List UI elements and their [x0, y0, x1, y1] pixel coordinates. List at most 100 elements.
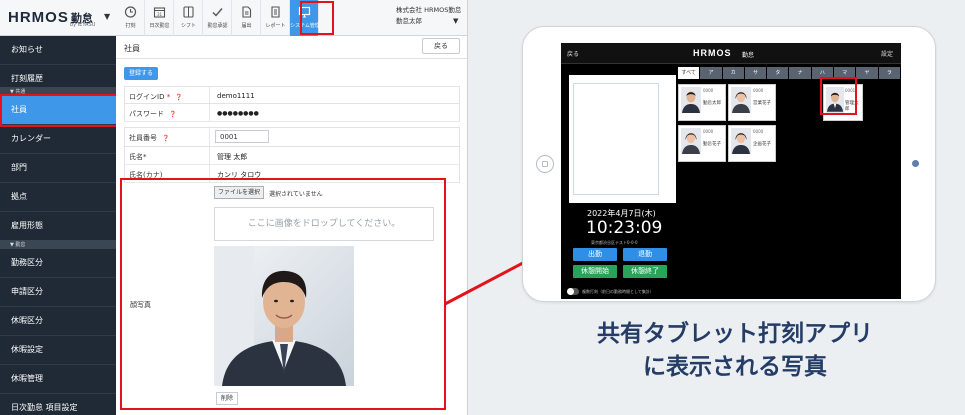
avatar — [731, 87, 751, 113]
choose-file-button[interactable]: ファイルを選択 — [214, 186, 264, 199]
password-label: パスワード — [129, 110, 164, 118]
tablet-header: 戻る HRMOS 勤怠 設定 — [561, 43, 901, 64]
employee-card[interactable]: 0000 企画花子 — [728, 125, 776, 162]
nav-clock-button[interactable]: 打刻 — [116, 0, 145, 36]
tab-all[interactable]: すべて — [678, 67, 700, 79]
clock-out-button[interactable]: 退勤 — [623, 248, 667, 261]
admin-screen: HRMOS勤怠 by IEYASU ▼ 打刻 31 日次勤怠 シフト 勤怠承認 — [0, 0, 468, 415]
user-name: 勤怠太郎 — [396, 17, 422, 25]
document-icon — [242, 6, 252, 18]
image-dropzone[interactable]: ここに画像をドロップしてください。 — [214, 207, 434, 241]
nav-daily-button[interactable]: 31 日次勤怠 — [145, 0, 174, 36]
logo-dropdown-caret-icon[interactable]: ▼ — [104, 12, 110, 21]
tablet-logo-suffix: 勤怠 — [742, 52, 755, 59]
account-caret-icon[interactable]: ▼ — [453, 17, 458, 25]
sidebar-item-leave-settings[interactable]: 休暇設定 — [0, 336, 116, 365]
employee-number-label: 社員番号 — [129, 134, 157, 142]
calendar-icon: 31 — [153, 7, 166, 18]
employee-card[interactable]: 0000 営業花子 — [728, 84, 776, 121]
sidebar-section-attendance: ▼ 勤怠 — [0, 240, 116, 249]
employee-card[interactable]: 0000 勤怠太郎 — [678, 84, 726, 121]
tablet-back-button[interactable]: 戻る — [567, 49, 579, 58]
name-value[interactable]: 管理 太郎 — [217, 152, 247, 162]
report-icon — [271, 6, 280, 18]
tab-sa[interactable]: サ — [744, 67, 767, 79]
app-logo[interactable]: HRMOS 勤怠 by IEYASU — [8, 7, 108, 31]
portrait-image — [214, 246, 354, 386]
multi-punch-toggle[interactable] — [567, 288, 579, 295]
sidebar-item-employment-type[interactable]: 雇用形態 — [0, 212, 116, 241]
clock-icon — [124, 6, 137, 18]
camera-preview — [569, 75, 676, 203]
sidebar: お知らせ 打刻履歴 ▼ 共通 社員 カレンダー 部門 拠点 雇用形態 ▼ 勤怠 … — [0, 36, 116, 415]
sidebar-item-location[interactable]: 拠点 — [0, 183, 116, 212]
tab-ka[interactable]: カ — [722, 67, 744, 79]
clock-in-button[interactable]: 出勤 — [573, 248, 617, 261]
caption-line-2: に表示される写真 — [643, 354, 827, 380]
tablet-screen: 戻る HRMOS 勤怠 設定 すべて ア カ サ タ ナ ハ マ ヤ ラ 000… — [561, 43, 901, 299]
sidebar-item-news[interactable]: お知らせ — [0, 36, 116, 65]
sidebar-item-leave-type[interactable]: 休暇区分 — [0, 307, 116, 336]
tablet-address: 東京都渋谷区テスト0-0-0 — [591, 240, 638, 245]
sidebar-item-leave-management[interactable]: 休暇管理 — [0, 365, 116, 394]
break-end-button[interactable]: 休憩終了 — [623, 265, 667, 278]
employee-card-grid: 0000 勤怠太郎 0000 営業花子 0000 勤怠花子 0000 企画花子 — [678, 80, 824, 166]
file-status: 選択されていません — [269, 191, 323, 198]
sidebar-item-calendar[interactable]: カレンダー — [0, 125, 116, 154]
shift-icon — [183, 6, 194, 18]
break-start-button[interactable]: 休憩開始 — [573, 265, 617, 278]
help-icon[interactable]: ❓ — [175, 94, 182, 101]
front-camera-icon — [912, 160, 919, 167]
login-id-value[interactable]: demo1111 — [217, 92, 255, 100]
name-label: 氏名* — [129, 153, 147, 161]
company-info[interactable]: 株式会社 HRMOS勤怠 勤怠太郎 — [396, 5, 461, 27]
tab-ya[interactable]: ヤ — [856, 67, 878, 79]
help-icon[interactable]: ❓ — [162, 135, 169, 142]
company-name: 株式会社 HRMOS勤怠 — [396, 6, 462, 14]
employee-card[interactable]: 0000 勤怠花子 — [678, 125, 726, 162]
login-id-label: ログインID — [129, 93, 165, 101]
tablet-clock: 10:23:09 — [586, 218, 663, 238]
sidebar-item-department[interactable]: 部門 — [0, 154, 116, 183]
avatar — [681, 128, 701, 154]
multi-punch-note: 複数打刻（前日の勤務時間として集計） — [582, 289, 654, 294]
tablet-settings-button[interactable]: 設定 — [881, 49, 893, 58]
name-row: 氏名* 管理 太郎 — [124, 147, 460, 165]
help-icon[interactable]: ❓ — [169, 111, 176, 118]
caption: 共有タブレット打刻アプリ に表示される写真 — [540, 318, 930, 384]
password-row: パスワード ❓ ●●●●●●●● — [124, 104, 460, 122]
sidebar-item-work-type[interactable]: 勤務区分 — [0, 249, 116, 278]
sidebar-item-request-type[interactable]: 申請区分 — [0, 278, 116, 307]
required-mark: * — [166, 93, 171, 101]
tab-ta[interactable]: タ — [767, 67, 789, 79]
photo-label: 顔写真 — [130, 301, 151, 309]
employee-number-input[interactable]: 0001 — [215, 130, 269, 143]
top-nav: 打刻 31 日次勤怠 シフト 勤怠承認 届出 レポート システム管理 — [116, 0, 319, 36]
employee-number-row: 社員番号 ❓ 0001 — [124, 127, 460, 147]
back-button[interactable]: 戻る — [422, 38, 460, 54]
caption-line-1: 共有タブレット打刻アプリ — [597, 321, 873, 347]
tab-ra[interactable]: ラ — [878, 67, 900, 79]
top-bar: HRMOS勤怠 by IEYASU ▼ 打刻 31 日次勤怠 シフト 勤怠承認 — [0, 0, 467, 36]
tab-na[interactable]: ナ — [789, 67, 811, 79]
nav-highlight-box — [300, 1, 334, 35]
avatar — [681, 87, 701, 113]
login-id-row: ログインID * ❓ demo1111 — [124, 86, 460, 104]
check-icon — [212, 8, 223, 17]
svg-text:31: 31 — [157, 12, 163, 17]
password-value[interactable]: ●●●●●●●● — [217, 110, 259, 117]
selected-card-highlight — [820, 77, 857, 115]
nav-report-button[interactable]: レポート — [261, 0, 290, 36]
nav-approval-button[interactable]: 勤怠承認 — [203, 0, 232, 36]
photo-section: 顔写真 ファイルを選択 選択されていません ここに画像をドロップしてください。 — [120, 178, 446, 410]
nav-request-button[interactable]: 届出 — [232, 0, 261, 36]
divider — [116, 58, 467, 59]
nav-shift-button[interactable]: シフト — [174, 0, 203, 36]
delete-photo-button[interactable]: 削除 — [216, 392, 238, 405]
home-button-icon — [536, 155, 554, 173]
sidebar-highlight-box — [0, 94, 118, 127]
register-button[interactable]: 登録する — [124, 67, 158, 80]
sidebar-item-daily-fields[interactable]: 日次勤怠 項目設定 — [0, 394, 116, 415]
tab-a[interactable]: ア — [700, 67, 722, 79]
employee-form: 社員 戻る 登録する ログインID * ❓ demo1111 パスワード ❓ ●●●… — [116, 36, 467, 415]
